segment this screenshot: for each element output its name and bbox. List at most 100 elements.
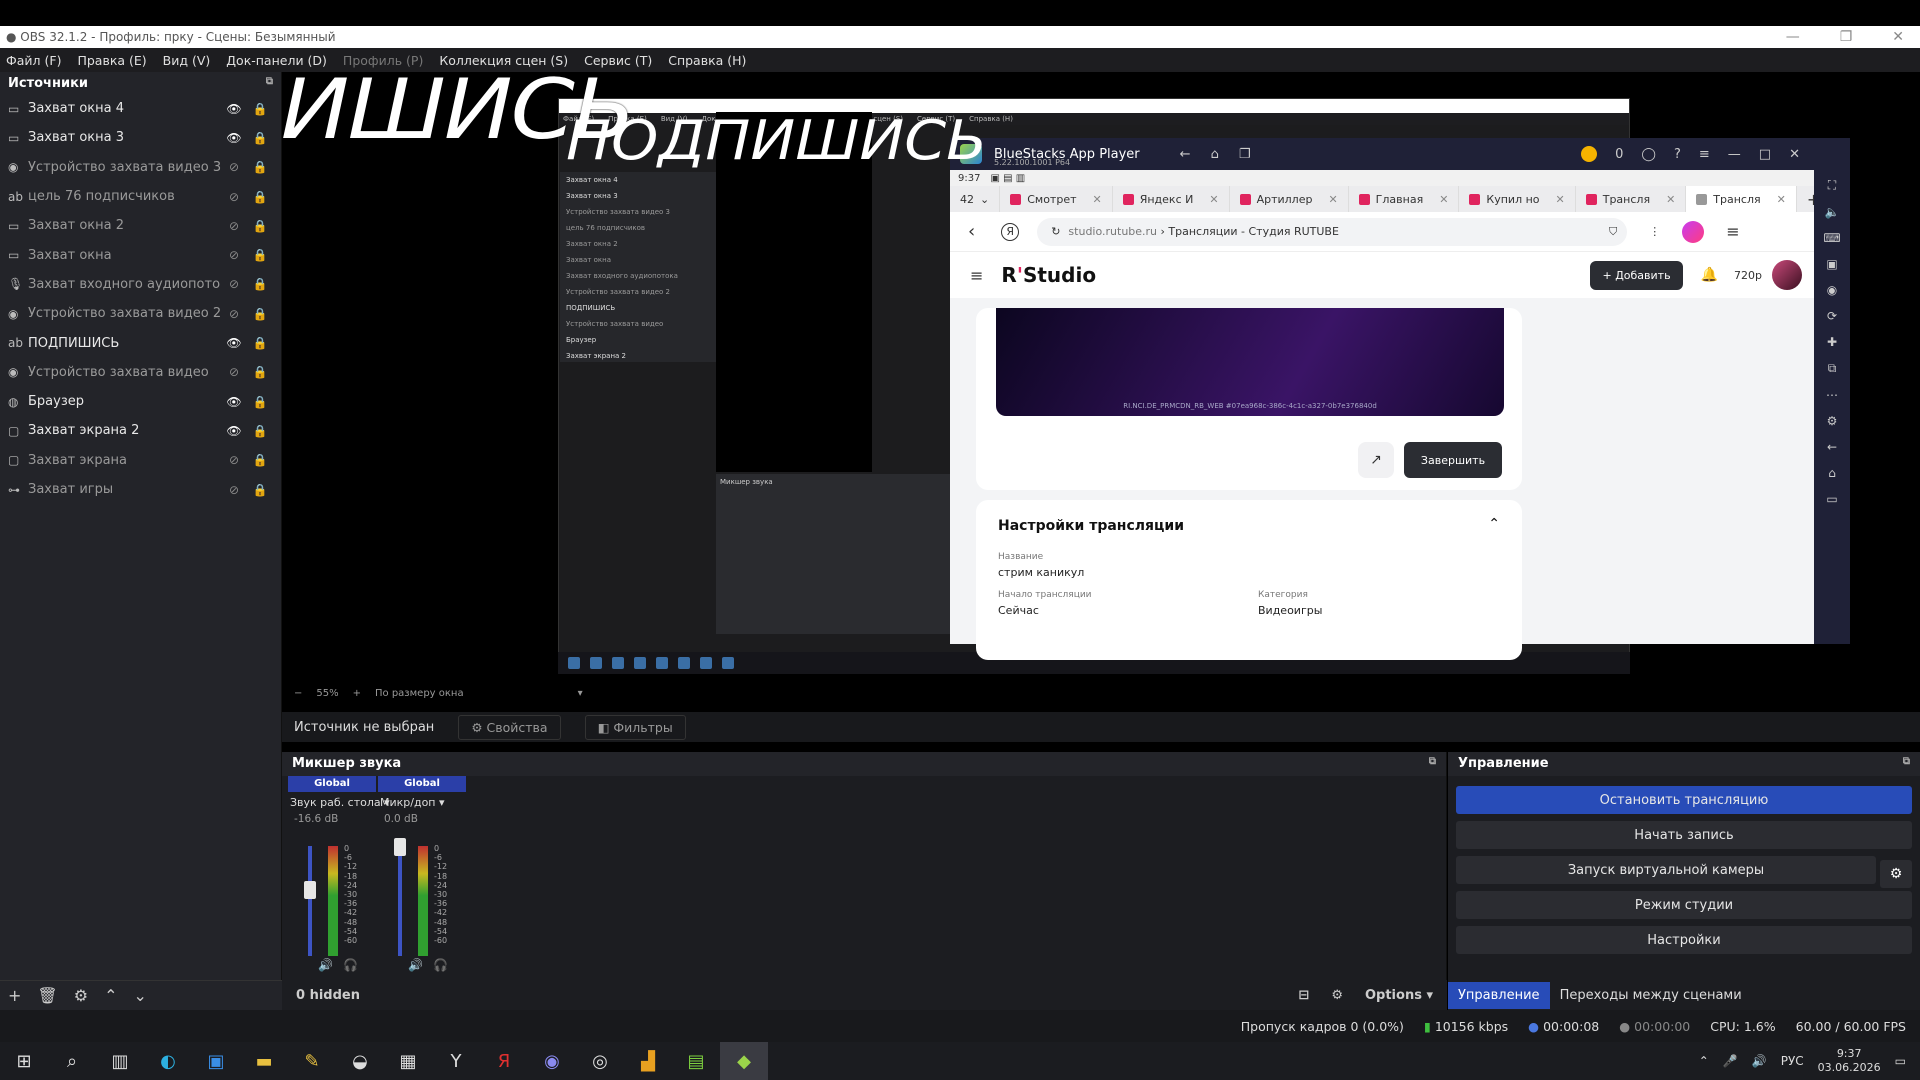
source-item[interactable]: ▭ Захват окна 3 👁 🔒 [0, 123, 281, 152]
source-item[interactable]: ▢ Захват экрана 2 👁 🔒 [0, 416, 281, 445]
unlock-icon[interactable]: 🔒 [247, 483, 273, 497]
source-item[interactable]: 🎙 Захват входного аудиопотока ⊘ 🔒 [0, 270, 281, 299]
move-up-icon[interactable]: ⌃ [104, 986, 117, 1005]
channel-name[interactable]: Звук раб. стола ▾ [288, 792, 390, 813]
eye-icon[interactable]: 👁 [221, 395, 247, 409]
unlock-icon[interactable]: 🔒 [247, 365, 273, 379]
unlock-icon[interactable]: 🔒 [247, 277, 273, 291]
browser-tab[interactable]: Главная ✕ [1349, 186, 1460, 212]
source-item[interactable]: ⊶ Захват игры ⊘ 🔒 [0, 475, 281, 504]
bluestacks-icon[interactable]: ◆ [720, 1042, 768, 1080]
zoom-in-icon[interactable]: + [353, 688, 361, 699]
layout-icon[interactable]: ⊟ [1298, 988, 1309, 1003]
advanced-audio-icon[interactable]: ⚙ [1331, 988, 1343, 1003]
tab-close-icon[interactable]: ✕ [1439, 193, 1448, 206]
zoom-out-icon[interactable]: − [294, 688, 302, 699]
back-icon[interactable]: ← [1827, 440, 1837, 454]
eye-icon[interactable]: 👁 [221, 131, 247, 145]
dock-popout-icon[interactable]: ⧉ [1429, 756, 1436, 772]
add-button[interactable]: + Добавить [1590, 260, 1683, 290]
back-arrow-icon[interactable]: ‹ [968, 221, 975, 242]
gear-icon[interactable]: ⚙ [74, 986, 88, 1005]
shield-icon[interactable]: ⛉ [1609, 225, 1617, 239]
gear-icon[interactable]: ⚙ [1827, 414, 1838, 428]
steam-icon[interactable]: ◒ [336, 1042, 384, 1080]
browser-tab[interactable]: Артиллер ✕ [1230, 186, 1349, 212]
stop-streaming-button[interactable]: Остановить трансляцию [1456, 786, 1912, 814]
back-arrow-icon[interactable]: ← [1180, 147, 1191, 162]
channel-name[interactable]: Микр/доп ▾ [378, 792, 466, 813]
chevron-up-icon[interactable]: ⌃ [1488, 516, 1500, 532]
eye-off-icon[interactable]: ⊘ [221, 453, 247, 467]
maximize-icon[interactable]: ❐ [1840, 29, 1853, 45]
tab-transitions[interactable]: Переходы между сценами [1550, 982, 1752, 1009]
virtual-camera-settings-button[interactable]: ⚙ [1880, 860, 1912, 888]
tab-close-icon[interactable]: ✕ [1093, 193, 1102, 206]
tab-close-icon[interactable]: ✕ [1556, 193, 1565, 206]
clock[interactable]: 9:37 03.06.2026 [1818, 1047, 1881, 1075]
source-item[interactable]: ▭ Захват окна 4 👁 🔒 [0, 94, 281, 123]
yandex-browser-icon[interactable]: Y [432, 1042, 480, 1080]
keyboard-icon[interactable]: ⌨ [1823, 231, 1840, 245]
source-item[interactable]: ab цель 76 подписчиков ⊘ 🔒 [0, 182, 281, 211]
unlock-icon[interactable]: 🔒 [247, 219, 273, 233]
home-icon[interactable]: ⌂ [1828, 466, 1836, 480]
source-item[interactable]: ▭ Захват окна ⊘ 🔒 [0, 240, 281, 269]
unlock-icon[interactable]: 🔒 [247, 453, 273, 467]
browser-tab[interactable]: Яндекс И ✕ [1113, 186, 1230, 212]
studio-mode-button[interactable]: Режим студии [1456, 891, 1912, 919]
browser-tab-active[interactable]: Трансля ✕ [1686, 186, 1797, 212]
more-icon[interactable]: ⋯ [1826, 388, 1838, 402]
app-icon[interactable]: ▤ [672, 1042, 720, 1080]
unlock-icon[interactable]: 🔒 [247, 424, 273, 438]
help-icon[interactable]: ? [1674, 147, 1681, 162]
alice-icon[interactable] [1682, 220, 1705, 243]
unlock-icon[interactable]: 🔒 [247, 102, 273, 116]
quality-label[interactable]: 720p [1734, 269, 1762, 282]
unlock-icon[interactable]: 🔒 [247, 131, 273, 145]
browser-tab[interactable]: Смотрет ✕ [1000, 186, 1113, 212]
edge-icon[interactable]: ◐ [144, 1042, 192, 1080]
source-item[interactable]: ▭ Захват окна 2 ⊘ 🔒 [0, 211, 281, 240]
rotate-icon[interactable]: ⟳ [1827, 309, 1837, 323]
add-source-icon[interactable]: + [8, 986, 21, 1005]
tab-controls[interactable]: Управление [1448, 981, 1550, 1009]
options-button[interactable]: Options ▾ [1365, 988, 1433, 1003]
chevron-down-icon[interactable]: ▾ [578, 688, 583, 699]
eye-icon[interactable]: 👁 [221, 336, 247, 350]
source-item[interactable]: ◉ Устройство захвата видео 3 ⊘ 🔒 [0, 153, 281, 182]
close-icon[interactable]: ✕ [1789, 147, 1800, 162]
eye-off-icon[interactable]: ⊘ [221, 160, 247, 174]
tab-counter[interactable]: 42 ⌄ [950, 186, 1001, 212]
close-icon[interactable]: ✕ [1892, 29, 1904, 45]
eye-off-icon[interactable]: ⊘ [221, 277, 247, 291]
lock-icon[interactable]: 🔒 [247, 336, 273, 350]
share-button[interactable]: ↗ [1358, 442, 1394, 478]
unlock-icon[interactable]: 🔒 [247, 190, 273, 204]
unlock-icon[interactable]: 🔒 [247, 395, 273, 409]
windows-start-icon[interactable]: ⊞ [0, 1042, 48, 1080]
gamepad-icon[interactable]: ✚ [1827, 335, 1837, 349]
fullscreen-icon[interactable]: ⛶ [1828, 178, 1836, 193]
eye-off-icon[interactable]: ⊘ [221, 248, 247, 262]
hamburger-icon[interactable]: ≡ [1726, 222, 1739, 241]
minimize-icon[interactable]: — [1728, 147, 1741, 162]
tab-close-icon[interactable]: ✕ [1328, 193, 1337, 206]
menu-icon[interactable]: ≡ [1699, 147, 1710, 162]
minimize-icon[interactable]: — [1786, 29, 1800, 45]
obs-icon[interactable]: ◎ [576, 1042, 624, 1080]
dock-popout-icon[interactable]: ⧉ [1903, 756, 1910, 772]
recent-apps-icon[interactable]: ▭ [1826, 492, 1837, 506]
source-item[interactable]: ab ПОДПИШИСЬ 👁 🔒 [0, 328, 281, 357]
language-indicator[interactable]: РУС [1781, 1054, 1804, 1068]
app-icon[interactable]: ▟ [624, 1042, 672, 1080]
start-recording-button[interactable]: Начать запись [1456, 821, 1912, 849]
speaker-icon[interactable]: 🔊 [408, 958, 423, 972]
apk-icon[interactable]: ▣ [1826, 257, 1837, 271]
eye-off-icon[interactable]: ⊘ [221, 365, 247, 379]
virtual-camera-button[interactable]: Запуск виртуальной камеры [1456, 856, 1876, 884]
headphones-icon[interactable]: 🎧 [343, 958, 358, 972]
microphone-icon[interactable]: 🎤 [1723, 1054, 1738, 1068]
unlock-icon[interactable]: 🔒 [247, 307, 273, 321]
headphones-icon[interactable]: 🎧 [433, 958, 448, 972]
